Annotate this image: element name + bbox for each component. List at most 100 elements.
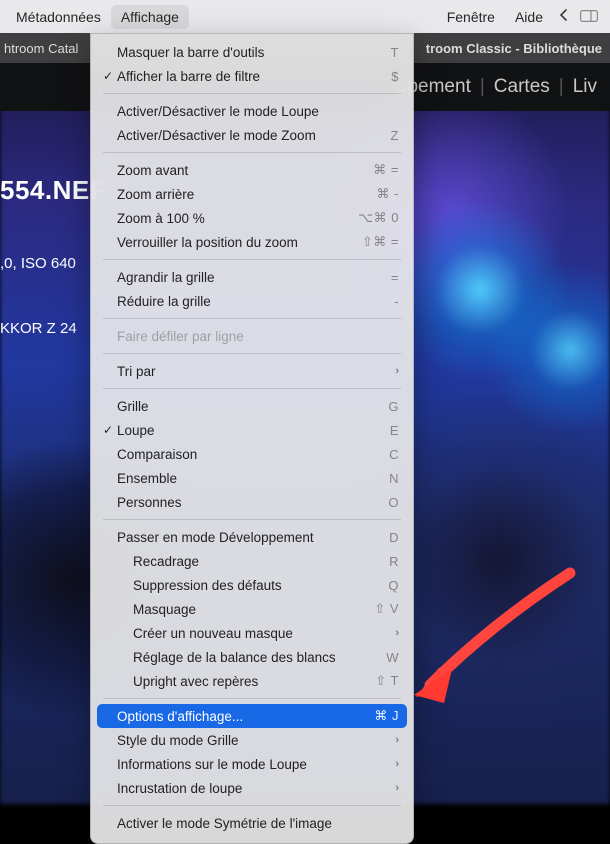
menu-item-label: Activer le mode Symétrie de l'image: [115, 816, 353, 831]
chevron-right-icon: ›: [353, 627, 399, 639]
menu-item[interactable]: Zoom avant⌘ =: [91, 158, 413, 182]
menu-item-label: Incrustation de loupe: [115, 781, 353, 796]
menu-item[interactable]: Réglage de la balance des blancsW: [91, 645, 413, 669]
menu-item-label: Grille: [115, 399, 353, 414]
menu-item[interactable]: Zoom à 100 %⌥⌘ 0: [91, 206, 413, 230]
menu-item-label: Style du mode Grille: [115, 733, 353, 748]
menu-item-label: Upright avec repères: [115, 674, 353, 689]
menu-item-shortcut: E: [353, 423, 399, 438]
menu-item-label: Informations sur le mode Loupe: [115, 757, 353, 772]
menu-item-label: Réglage de la balance des blancs: [115, 650, 353, 665]
menu-item[interactable]: Zoom arrière⌘ -: [91, 182, 413, 206]
menu-item[interactable]: Activer/Désactiver le mode ZoomZ: [91, 123, 413, 147]
menu-item-shortcut: ⇧ T: [353, 673, 399, 689]
menu-item[interactable]: EnsembleN: [91, 466, 413, 490]
menu-item: Faire défiler par ligne: [91, 324, 413, 348]
menu-item[interactable]: Activer/Désactiver le mode Loupe: [91, 99, 413, 123]
menu-item[interactable]: Informations sur le mode Loupe›: [91, 752, 413, 776]
menu-item[interactable]: Réduire la grille-: [91, 289, 413, 313]
titlebar-left-text: htroom Catal: [0, 41, 78, 56]
chevron-right-icon: ›: [353, 782, 399, 794]
menu-item-label: Verrouiller la position du zoom: [115, 235, 353, 250]
menu-item-shortcut: ⇧ V: [353, 601, 399, 617]
menu-item[interactable]: PersonnesO: [91, 490, 413, 514]
chevron-right-icon: ›: [353, 758, 399, 770]
menu-item[interactable]: Upright avec repères⇧ T: [91, 669, 413, 693]
menu-item-shortcut: N: [353, 471, 399, 486]
system-menubar: Métadonnées Affichage Fenêtre Aide: [0, 0, 610, 33]
menubar-item-metadata[interactable]: Métadonnées: [6, 5, 111, 29]
menu-item-label: Masquage: [115, 602, 353, 617]
menu-item-label: Ensemble: [115, 471, 353, 486]
menu-item-shortcut: G: [353, 399, 399, 414]
menu-separator: [103, 353, 401, 354]
chevron-right-icon: ›: [353, 365, 399, 377]
menu-item[interactable]: ✓Afficher la barre de filtre$: [91, 64, 413, 88]
menu-item-shortcut: Z: [353, 128, 399, 143]
menu-separator: [103, 805, 401, 806]
menu-item[interactable]: GrilleG: [91, 394, 413, 418]
menubar-item-help[interactable]: Aide: [505, 5, 553, 29]
menu-item-label: Tri par: [115, 364, 353, 379]
menu-item[interactable]: Options d'affichage...⌘ J: [97, 704, 407, 728]
menu-item[interactable]: ComparaisonC: [91, 442, 413, 466]
menu-item[interactable]: Agrandir la grille=: [91, 265, 413, 289]
menu-item-label: Loupe: [115, 423, 353, 438]
menu-item[interactable]: Passer en mode DéveloppementD: [91, 525, 413, 549]
menu-item-label: Options d'affichage...: [115, 709, 353, 724]
menubar-item-view[interactable]: Affichage: [111, 5, 189, 29]
menu-item[interactable]: Masquer la barre d'outilsT: [91, 40, 413, 64]
menu-item-label: Recadrage: [115, 554, 353, 569]
menu-item-shortcut: ⌥⌘ 0: [353, 210, 399, 226]
menu-item-label: Activer/Désactiver le mode Loupe: [115, 104, 353, 119]
menu-item-label: Personnes: [115, 495, 353, 510]
menu-item-shortcut: D: [353, 530, 399, 545]
menu-separator: [103, 698, 401, 699]
menu-item-shortcut: =: [353, 270, 399, 285]
checkmark-icon: ✓: [101, 423, 115, 437]
menu-item-label: Masquer la barre d'outils: [115, 45, 353, 60]
menu-item[interactable]: Style du mode Grille›: [91, 728, 413, 752]
menu-item-shortcut: $: [353, 69, 399, 84]
menu-item-shortcut: ⌘ -: [353, 186, 399, 202]
menu-item-label: Créer un nouveau masque: [115, 626, 353, 641]
chevron-right-icon: ›: [353, 734, 399, 746]
view-menu-dropdown: Masquer la barre d'outilsT✓Afficher la b…: [90, 33, 414, 844]
menu-separator: [103, 93, 401, 94]
menu-separator: [103, 388, 401, 389]
menu-separator: [103, 259, 401, 260]
menu-item-label: Zoom arrière: [115, 187, 353, 202]
menu-item[interactable]: Tri par›: [91, 359, 413, 383]
module-book[interactable]: Liv: [564, 76, 606, 98]
menu-item[interactable]: RecadrageR: [91, 549, 413, 573]
menu-item-shortcut: ⌘ J: [353, 708, 399, 724]
menu-item[interactable]: ✓LoupeE: [91, 418, 413, 442]
menu-item[interactable]: Verrouiller la position du zoom⇧⌘ =: [91, 230, 413, 254]
module-maps[interactable]: Cartes: [485, 76, 559, 98]
menu-item-shortcut: ⌘ =: [353, 162, 399, 178]
menu-item-shortcut: Q: [353, 578, 399, 593]
menu-item[interactable]: Masquage⇧ V: [91, 597, 413, 621]
menu-item-label: Passer en mode Développement: [115, 530, 353, 545]
chevron-left-icon[interactable]: [553, 8, 574, 25]
checkmark-icon: ✓: [101, 69, 115, 83]
menu-separator: [103, 152, 401, 153]
menu-item-label: Agrandir la grille: [115, 270, 353, 285]
menu-item-shortcut: O: [353, 495, 399, 510]
menu-item-shortcut: C: [353, 447, 399, 462]
panel-icon[interactable]: [574, 9, 604, 25]
menu-item-shortcut: W: [353, 650, 399, 665]
menu-item-label: Faire défiler par ligne: [115, 329, 353, 344]
menu-item-shortcut: ⇧⌘ =: [353, 234, 399, 250]
menu-item-shortcut: -: [353, 294, 399, 309]
menu-item-label: Activer/Désactiver le mode Zoom: [115, 128, 353, 143]
menu-item[interactable]: Activer le mode Symétrie de l'image: [91, 811, 413, 835]
menubar-item-window[interactable]: Fenêtre: [437, 5, 505, 29]
menu-item[interactable]: Créer un nouveau masque›: [91, 621, 413, 645]
menu-item-label: Comparaison: [115, 447, 353, 462]
menu-item[interactable]: Suppression des défautsQ: [91, 573, 413, 597]
menu-item-label: Zoom à 100 %: [115, 211, 353, 226]
menu-item[interactable]: Incrustation de loupe›: [91, 776, 413, 800]
menu-separator: [103, 318, 401, 319]
menu-item-label: Réduire la grille: [115, 294, 353, 309]
